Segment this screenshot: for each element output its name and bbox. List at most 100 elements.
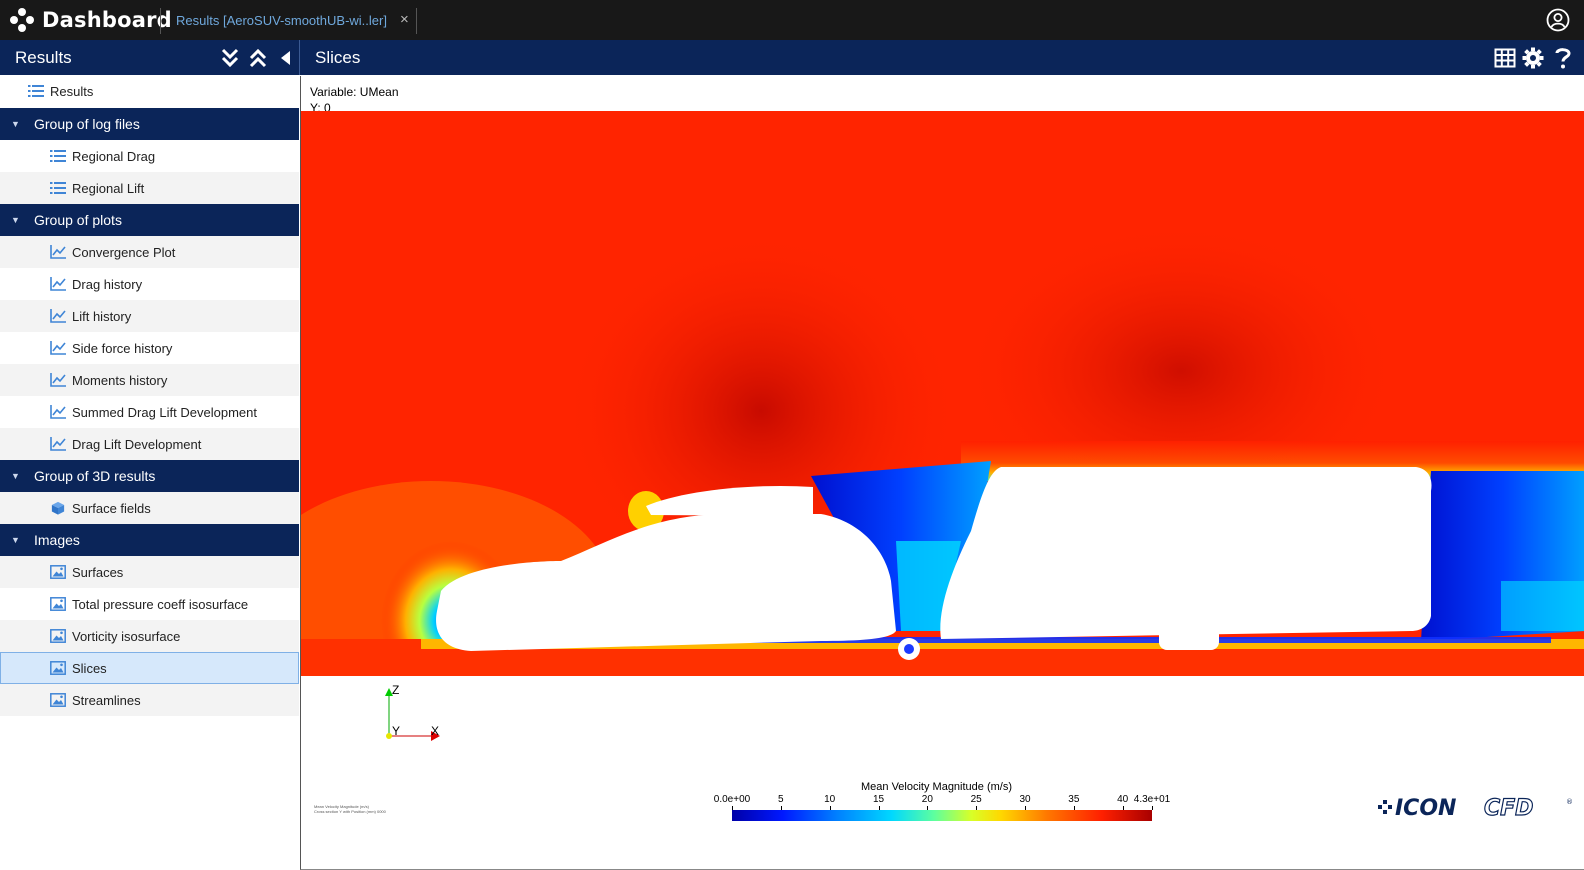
sidebar-item-label: Results bbox=[50, 83, 94, 99]
group-3d-results[interactable]: ▼ Group of 3D results bbox=[0, 460, 299, 492]
line-chart-icon bbox=[50, 245, 66, 259]
sidebar-item-streamlines[interactable]: Streamlines bbox=[0, 684, 299, 716]
group-images[interactable]: ▼ Images bbox=[0, 524, 299, 556]
group-label: Images bbox=[34, 532, 80, 548]
sidebar-item-label: Drag history bbox=[72, 276, 143, 292]
velocity-slice-image bbox=[301, 111, 1584, 676]
sidebar-item-side-force-history[interactable]: Side force history bbox=[0, 332, 299, 364]
sidebar-item-label: Lift history bbox=[72, 308, 132, 324]
image-icon bbox=[50, 629, 66, 643]
colorbar-tick-mark bbox=[1152, 806, 1153, 810]
image-caption: Mean Velocity Magnitude (m/s) Cross sect… bbox=[314, 804, 386, 814]
svg-text:CFD: CFD bbox=[1484, 796, 1533, 820]
sidebar-item-vorticity[interactable]: Vorticity isosurface bbox=[0, 620, 299, 652]
axis-label-y: Y bbox=[392, 724, 401, 738]
iconcfd-logo: ICON CFD ® bbox=[1378, 795, 1573, 820]
list-icon bbox=[50, 150, 66, 162]
line-chart-icon bbox=[50, 277, 66, 291]
sidebar-item-results-root[interactable]: Results bbox=[0, 75, 299, 107]
svg-text:®: ® bbox=[1566, 798, 1573, 806]
top-separator bbox=[160, 8, 161, 34]
list-icon bbox=[50, 182, 66, 194]
sidebar-item-regional-lift[interactable]: Regional Lift bbox=[0, 172, 299, 204]
caret-down-icon[interactable]: ▼ bbox=[11, 471, 20, 481]
group-log-files[interactable]: ▼ Group of log files bbox=[0, 108, 299, 140]
results-tab-label[interactable]: Results [AeroSUV-smoothUB-wi..ler] bbox=[176, 13, 387, 28]
caret-down-icon[interactable]: ▼ bbox=[11, 215, 20, 225]
sidebar-item-label: Surfaces bbox=[72, 564, 124, 580]
image-icon bbox=[50, 597, 66, 611]
colorbar-tick-label: 20 bbox=[921, 794, 933, 805]
variable-name: Variable: UMean bbox=[310, 85, 399, 99]
dashboard-link[interactable]: Dashboard bbox=[10, 0, 172, 40]
colorbar-tick-label: 25 bbox=[970, 794, 982, 805]
caret-down-icon[interactable]: ▼ bbox=[11, 535, 20, 545]
expand-all-icon[interactable] bbox=[218, 46, 242, 70]
image-icon bbox=[50, 565, 66, 579]
sidebar-item-label: Total pressure coeff isosurface bbox=[72, 596, 249, 612]
colorbar-tick-label: 4.3e+01 bbox=[1133, 794, 1171, 805]
colorbar-title: Mean Velocity Magnitude (m/s) bbox=[861, 781, 1013, 793]
collapse-panel-icon[interactable] bbox=[274, 46, 298, 70]
sidebar-item-total-pressure[interactable]: Total pressure coeff isosurface bbox=[0, 588, 299, 620]
image-icon bbox=[50, 693, 66, 707]
panel-title: Results bbox=[15, 48, 72, 67]
sidebar-item-surface-fields[interactable]: Surface fields bbox=[0, 492, 299, 524]
group-label: Group of log files bbox=[34, 116, 140, 132]
user-circle-icon[interactable] bbox=[1546, 8, 1570, 32]
sidebar-item-label: Slices bbox=[72, 660, 107, 676]
group-label: Group of plots bbox=[34, 212, 122, 228]
colorbar-tick-label: 30 bbox=[1019, 794, 1031, 805]
line-chart-icon bbox=[50, 405, 66, 419]
line-chart-icon bbox=[50, 341, 66, 355]
sidebar-item-label: Moments history bbox=[72, 372, 168, 388]
colorbar-tick-label: 15 bbox=[872, 794, 885, 805]
results-tab[interactable]: Results [AeroSUV-smoothUB-wi..ler] bbox=[176, 0, 387, 40]
sidebar-item-label: Drag Lift Development bbox=[72, 436, 202, 452]
header-divider bbox=[299, 40, 300, 75]
sidebar-item-label: Side force history bbox=[72, 340, 173, 356]
help-icon[interactable] bbox=[1553, 46, 1573, 70]
group-plots[interactable]: ▼ Group of plots bbox=[0, 204, 299, 236]
header-bar: Results Slices bbox=[0, 40, 1584, 75]
caret-down-icon[interactable]: ▼ bbox=[11, 119, 20, 129]
sidebar-item-surfaces[interactable]: Surfaces bbox=[0, 556, 299, 588]
table-icon[interactable] bbox=[1493, 46, 1517, 70]
sidebar-item-drag-lift-development[interactable]: Drag Lift Development bbox=[0, 428, 299, 460]
sidebar-item-label: Regional Lift bbox=[72, 180, 145, 196]
image-icon bbox=[50, 661, 66, 675]
sidebar-item-convergence-plot[interactable]: Convergence Plot bbox=[0, 236, 299, 268]
sidebar-item-label: Streamlines bbox=[72, 692, 141, 708]
axis-label-z: Z bbox=[392, 683, 400, 697]
sidebar-item-regional-drag[interactable]: Regional Drag bbox=[0, 140, 299, 172]
sidebar-item-lift-history[interactable]: Lift history bbox=[0, 300, 299, 332]
colorbar-tick-label: 5 bbox=[778, 794, 784, 805]
line-chart-icon bbox=[50, 437, 66, 451]
axis-label-x: X bbox=[431, 724, 440, 738]
sidebar-item-label: Convergence Plot bbox=[72, 244, 176, 260]
group-label: Group of 3D results bbox=[34, 468, 156, 484]
tab-close-button[interactable]: × bbox=[400, 11, 409, 28]
sidebar-item-drag-history[interactable]: Drag history bbox=[0, 268, 299, 300]
line-chart-icon bbox=[50, 309, 66, 323]
svg-text:ICON: ICON bbox=[1395, 796, 1456, 820]
dashboard-logo-icon bbox=[10, 8, 34, 32]
gear-icon[interactable] bbox=[1521, 46, 1545, 70]
sidebar-item-summed-drag-lift[interactable]: Summed Drag Lift Development bbox=[0, 396, 299, 428]
collapse-all-icon[interactable] bbox=[246, 46, 270, 70]
sidebar-item-label: Surface fields bbox=[72, 500, 151, 516]
list-icon bbox=[28, 85, 44, 97]
sidebar-item-moments-history[interactable]: Moments history bbox=[0, 364, 299, 396]
sidebar-item-label: Summed Drag Lift Development bbox=[72, 404, 257, 420]
brand-title: Dashboard bbox=[42, 8, 172, 32]
top-bar: Dashboard Results [AeroSUV-smoothUB-wi..… bbox=[0, 0, 1584, 40]
sidebar-item-slices[interactable]: Slices bbox=[0, 652, 299, 684]
top-separator bbox=[416, 8, 417, 34]
colorbar bbox=[732, 810, 1152, 821]
colorbar-tick-label: 35 bbox=[1068, 794, 1080, 805]
slice-image-viewer[interactable]: Variable: UMean Y: 0 Z Y X Mean Velocity… bbox=[300, 76, 1584, 870]
line-chart-icon bbox=[50, 373, 66, 387]
results-sidebar: Results ▼ Group of log files Regional Dr… bbox=[0, 75, 299, 870]
caption-line: Cross section Y with Position (mm) 0000 bbox=[314, 809, 386, 814]
page-title: Slices bbox=[315, 48, 361, 67]
